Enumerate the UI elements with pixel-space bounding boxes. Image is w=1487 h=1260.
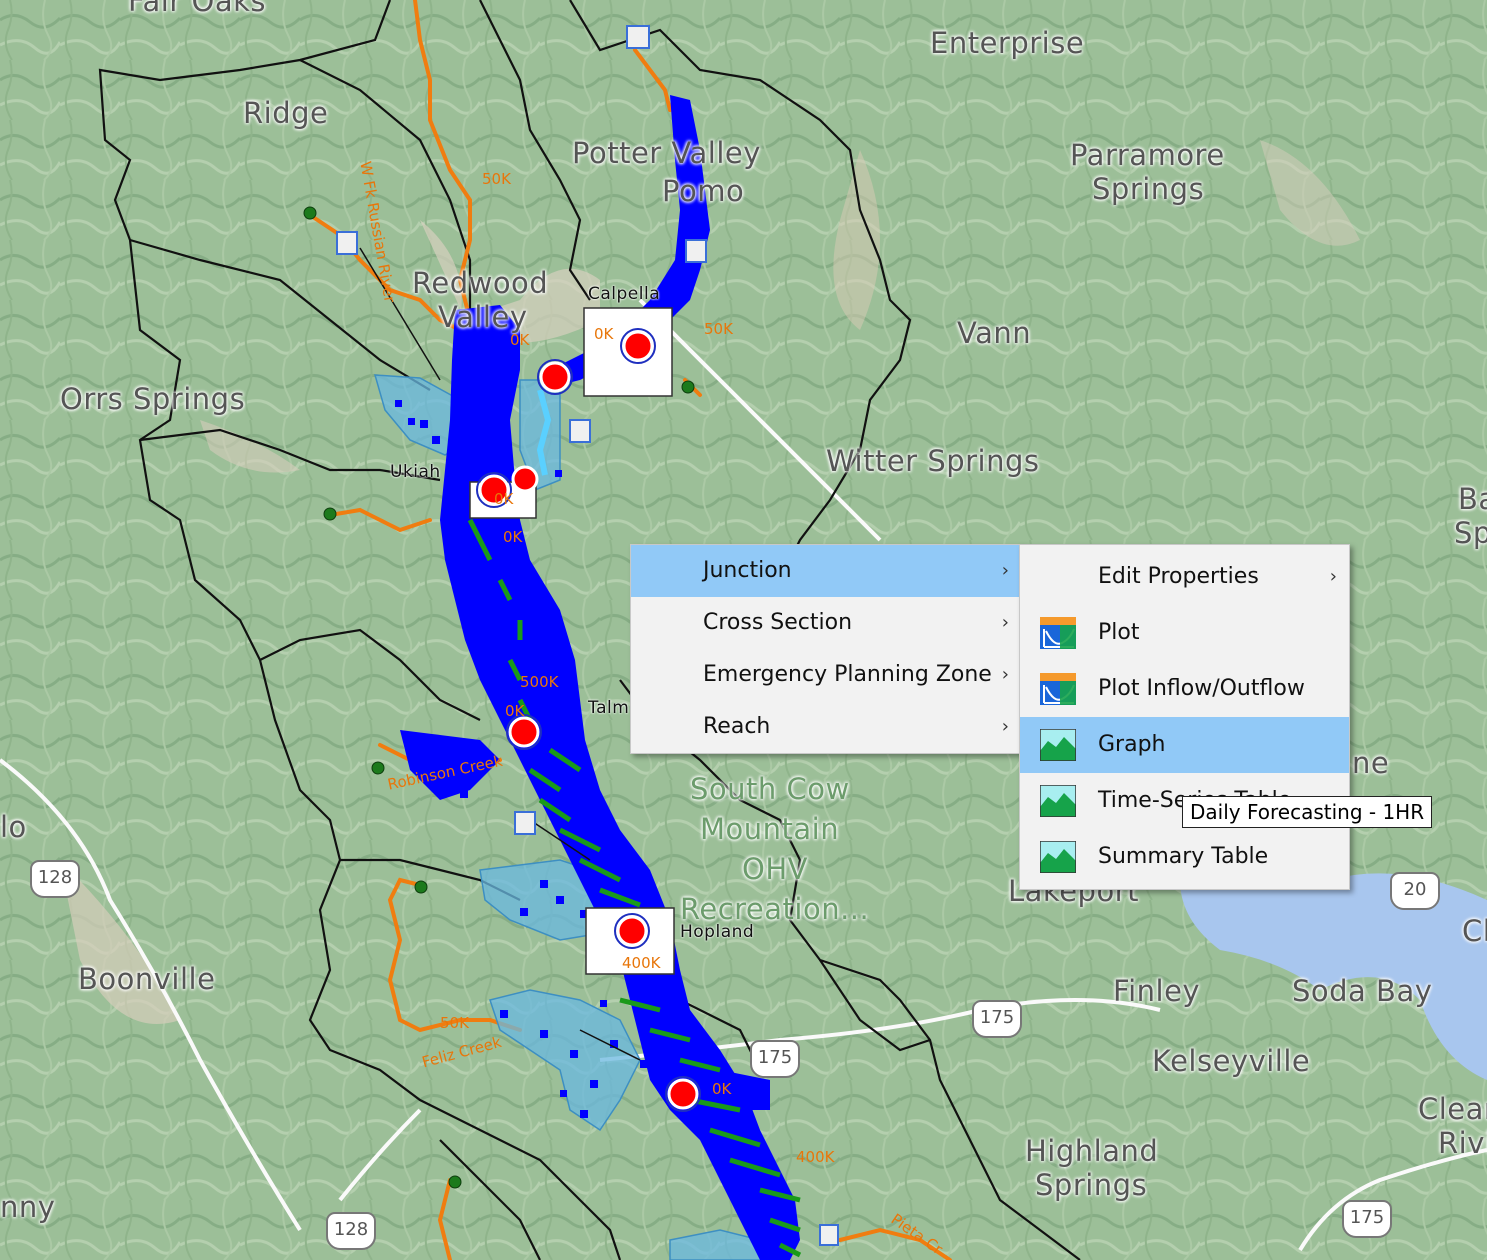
place-label: Springs [1092,172,1205,206]
menu-item-graph[interactable]: Graph [1020,717,1349,773]
flow-label: 0K [712,1080,732,1098]
flow-label: 400K [622,954,661,972]
town-label-talm: Talm [588,698,630,718]
flow-label: 0K [494,490,514,508]
time-series-table-icon [1040,785,1076,817]
menu-item-label: Cross Section [703,610,853,635]
place-label: Fair Oaks [128,0,266,18]
menu-item-label: Plot Inflow/Outflow [1098,676,1305,701]
junction-submenu: Edit Properties › Plot Plot Inflow/Outfl… [1019,544,1350,890]
place-label: Enterprise [930,26,1085,60]
place-label: Finley [1113,974,1201,1008]
chevron-right-icon: › [1001,664,1009,685]
menu-item-emergency-planning-zone[interactable]: Emergency Planning Zone › [631,649,1021,701]
place-label: lo [0,810,27,844]
place-label: Pomo [662,174,745,208]
menu-item-plot[interactable]: Plot [1020,605,1349,661]
context-menu: Junction › Cross Section › Emergency Pla… [630,544,1022,754]
flow-label: 500K [520,673,559,691]
place-label: Boonville [78,962,216,996]
flow-label: 0K [505,702,525,720]
menu-item-summary-table[interactable]: Summary Table [1020,829,1349,885]
place-label: Redwood [412,266,549,300]
town-label-ukiah: Ukiah [390,462,441,482]
place-label: Soda Bay [1292,974,1433,1008]
town-label-hopland: Hopland [680,922,755,942]
place-label: Kelseyville [1152,1044,1311,1078]
graph-icon [1040,729,1076,761]
highway-shield: 128 [326,1212,376,1250]
menu-item-cross-section[interactable]: Cross Section › [631,597,1021,649]
plot-inflow-outflow-icon [1040,673,1076,705]
place-label: OHV [742,852,808,886]
place-label: Highland [1025,1134,1159,1168]
highway-shield: 128 [30,860,80,898]
place-label: Cl [1462,914,1487,948]
highway-shield: 20 [1390,872,1440,910]
place-label: Potter Valley [572,136,761,170]
place-label: ne [1352,746,1390,780]
place-label: Sp [1454,516,1487,550]
flow-label: 50K [704,320,733,338]
place-label: Springs [1035,1168,1148,1202]
menu-item-reach[interactable]: Reach › [631,701,1021,753]
place-label: Mountain [700,812,840,846]
tooltip: Daily Forecasting - 1HR [1182,796,1433,828]
place-label: South Cow [690,772,850,806]
chevron-right-icon: › [1001,560,1009,581]
flow-label: 0K [503,528,523,546]
place-label: Witter Springs [826,444,1040,478]
place-label: Orrs Springs [60,382,246,416]
place-label: Recreation... [680,892,870,926]
menu-item-label: Graph [1098,732,1166,757]
menu-item-plot-inflow-outflow[interactable]: Plot Inflow/Outflow [1020,661,1349,717]
menu-item-label: Edit Properties [1098,564,1259,589]
plot-icon [1040,617,1076,649]
place-label: Parramore [1070,138,1225,172]
chevron-right-icon: › [1001,612,1009,633]
menu-item-label: Emergency Planning Zone [703,662,992,687]
place-label: Vann [957,316,1032,350]
summary-table-icon [1040,841,1076,873]
highway-shield: 175 [750,1040,800,1078]
place-label: Ba [1458,482,1487,516]
menu-item-label: Junction [703,558,792,583]
flow-label: 0K [510,331,530,349]
chevron-right-icon: › [1001,716,1009,737]
flow-label: 400K [796,1148,835,1166]
place-label: Rivie [1438,1126,1487,1160]
flow-label: 0K [594,325,614,343]
place-label: Clearla [1418,1092,1487,1126]
place-label: Ridge [243,96,329,130]
highway-shield: 175 [972,1000,1022,1038]
place-label: Valley [438,300,528,334]
menu-item-label: Reach [703,714,771,739]
flow-label: 50K [482,170,511,188]
chevron-right-icon: › [1329,566,1337,587]
flow-label: 50K [440,1014,469,1032]
menu-item-junction[interactable]: Junction › [631,545,1021,597]
menu-item-edit-properties[interactable]: Edit Properties › [1020,549,1349,605]
highway-shield: 175 [1342,1200,1392,1238]
place-label: nny [0,1190,56,1224]
menu-item-label: Summary Table [1098,844,1269,869]
menu-item-label: Plot [1098,620,1140,645]
town-label-calpella: Calpella [588,284,661,304]
